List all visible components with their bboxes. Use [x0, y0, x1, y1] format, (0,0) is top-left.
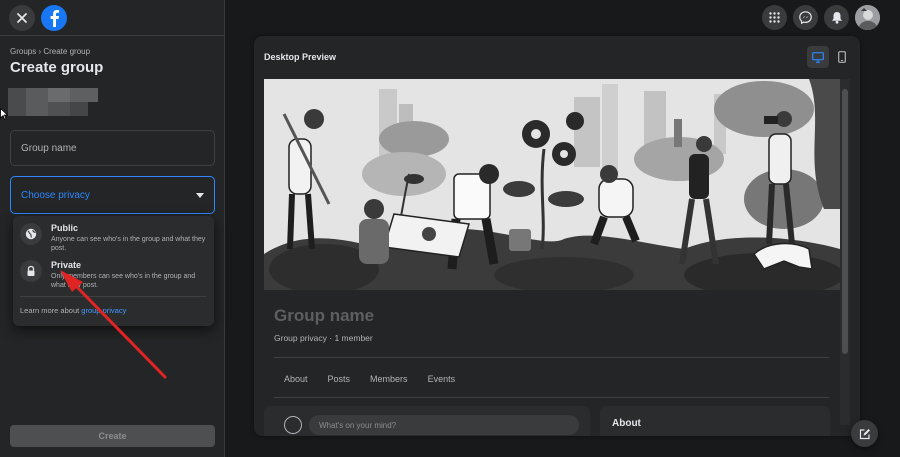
avatar-image [855, 5, 880, 30]
tab-posts[interactable]: Posts [328, 374, 351, 384]
new-message-button[interactable] [851, 420, 878, 447]
about-heading: About [612, 418, 641, 429]
compose-icon [859, 428, 870, 439]
about-card: About [600, 406, 830, 436]
mobile-preview-toggle[interactable] [831, 46, 853, 68]
page-title: Create group [10, 59, 104, 76]
close-icon [17, 12, 27, 23]
group-privacy-link[interactable]: group privacy [81, 306, 126, 315]
learn-more-text: Learn more about group privacy [20, 306, 126, 315]
create-button[interactable]: Create [10, 425, 215, 447]
grid-menu-icon [769, 12, 780, 23]
globe-icon [20, 223, 42, 245]
privacy-option-description: Anyone can see who's in the group and wh… [51, 236, 206, 252]
breadcrumb[interactable]: Groups › Create group [10, 47, 90, 56]
create-group-sidebar: Groups › Create group Create group Group… [0, 0, 225, 457]
desktop-preview-panel: Desktop Preview Group name Group privacy… [254, 36, 860, 436]
tab-members[interactable]: Members [370, 374, 408, 384]
privacy-option-private[interactable]: Private Only members can see who's in th… [20, 260, 211, 290]
menu-button[interactable] [762, 5, 787, 30]
page-scrollbar[interactable] [886, 0, 900, 457]
post-composer: What's on your mind? [264, 406, 590, 436]
sidebar-header [0, 0, 224, 36]
bell-icon [831, 12, 842, 24]
composer-input[interactable]: What's on your mind? [309, 415, 579, 435]
privacy-option-description: Only members can see who's in the group … [51, 273, 196, 289]
messenger-icon [799, 11, 812, 24]
caret-down-icon [196, 192, 204, 198]
privacy-dropdown: Public Anyone can see who's in the group… [13, 216, 214, 326]
preview-tabs-divider [274, 397, 829, 398]
preview-divider [274, 357, 829, 358]
close-button[interactable] [9, 4, 35, 31]
privacy-option-public[interactable]: Public Anyone can see who's in the group… [20, 223, 211, 253]
learn-more-prefix: Learn more about [20, 306, 82, 315]
preview-content: Group name Group privacy · 1 member Abou… [264, 79, 850, 436]
preview-scrollbar-thumb[interactable] [842, 89, 848, 354]
privacy-option-title: Private [51, 260, 82, 270]
tab-events[interactable]: Events [428, 374, 456, 384]
group-name-placeholder: Group name [21, 142, 77, 154]
profile-avatar[interactable] [855, 5, 880, 30]
facebook-logo[interactable] [41, 4, 67, 31]
tab-about[interactable]: About [284, 374, 308, 384]
mouse-cursor-icon [0, 108, 8, 120]
privacy-select-label: Choose privacy [21, 189, 90, 201]
privacy-option-title: Public [51, 223, 79, 233]
facebook-f-icon [50, 9, 60, 27]
cover-photo [264, 79, 844, 297]
desktop-icon [812, 51, 824, 63]
preview-title: Desktop Preview [264, 52, 337, 62]
profile-placeholder-icon [284, 416, 302, 434]
messenger-button[interactable] [793, 5, 818, 30]
dropdown-divider [20, 296, 206, 297]
desktop-preview-toggle[interactable] [807, 46, 829, 68]
group-name-field[interactable]: Group name [10, 130, 215, 166]
preview-scrollbar[interactable] [840, 79, 850, 425]
mobile-icon [838, 51, 846, 63]
top-nav-icons [762, 5, 880, 30]
lock-icon [20, 260, 42, 282]
blurred-avatar [8, 88, 98, 116]
preview-group-name: Group name [274, 306, 375, 325]
notifications-button[interactable] [824, 5, 849, 30]
privacy-select[interactable]: Choose privacy [10, 176, 215, 214]
preview-tabs: About Posts Members Events [284, 374, 455, 384]
cover-illustration [264, 79, 844, 297]
preview-group-meta: Group privacy · 1 member [274, 333, 373, 343]
